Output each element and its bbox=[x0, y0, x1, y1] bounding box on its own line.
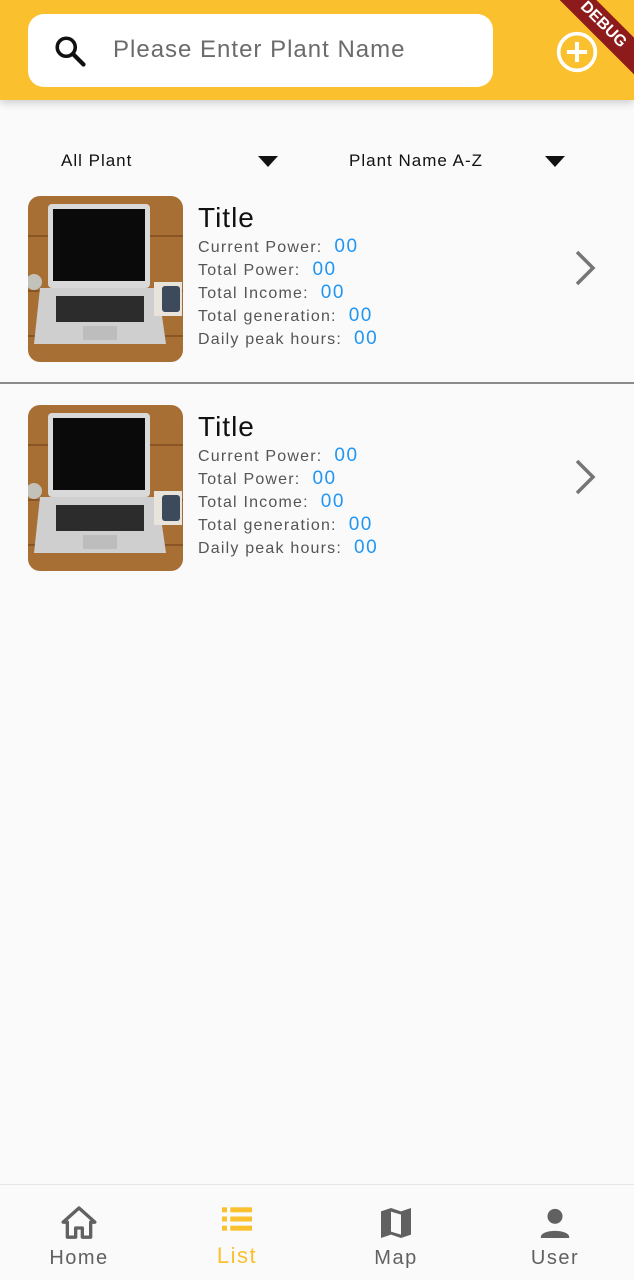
total-income-label: Total Income: bbox=[198, 494, 309, 511]
plant-title: Title bbox=[198, 202, 255, 233]
total-generation-value: 00 bbox=[348, 514, 373, 535]
plant-thumbnail bbox=[28, 196, 183, 362]
daily-peak-hours-label: Daily peak hours: bbox=[198, 331, 343, 348]
total-income-label: Total Income: bbox=[198, 285, 309, 302]
search-box[interactable] bbox=[28, 14, 493, 87]
plant-title: Title bbox=[198, 411, 255, 442]
map-icon bbox=[381, 1208, 411, 1238]
plant-filter-label: All Plant bbox=[61, 151, 133, 170]
total-power-row: Total Power: 00 bbox=[198, 259, 337, 281]
current-power-row: Current Power: 00 bbox=[198, 445, 359, 467]
plant-card[interactable]: Title Current Power: 00 Total Power: 00 … bbox=[0, 405, 634, 595]
sort-order-label: Plant Name A-Z bbox=[349, 151, 483, 170]
total-generation-label: Total generation: bbox=[198, 308, 337, 325]
total-power-value: 00 bbox=[312, 468, 337, 489]
plant-card[interactable]: Title Current Power: 00 Total Power: 00 … bbox=[0, 196, 634, 386]
current-power-label: Current Power: bbox=[198, 448, 323, 465]
add-circle-icon[interactable] bbox=[555, 30, 599, 74]
user-icon bbox=[540, 1208, 570, 1238]
plant-filter-dropdown[interactable]: All Plant bbox=[61, 148, 281, 174]
total-power-label: Total Power: bbox=[198, 262, 301, 279]
daily-peak-hours-value: 00 bbox=[354, 328, 379, 349]
dropdown-arrow-icon bbox=[258, 156, 278, 167]
search-icon[interactable] bbox=[52, 33, 88, 69]
plant-thumbnail bbox=[28, 405, 183, 571]
total-power-row: Total Power: 00 bbox=[198, 468, 337, 490]
chevron-right-icon[interactable] bbox=[570, 246, 600, 290]
dropdown-arrow-icon bbox=[545, 156, 565, 167]
current-power-value: 00 bbox=[334, 445, 359, 466]
total-income-row: Total Income: 00 bbox=[198, 491, 345, 513]
total-power-label: Total Power: bbox=[198, 471, 301, 488]
total-income-value: 00 bbox=[320, 491, 345, 512]
current-power-row: Current Power: 00 bbox=[198, 236, 359, 258]
total-generation-row: Total generation: 00 bbox=[198, 305, 373, 327]
nav-label-home: Home bbox=[49, 1247, 109, 1269]
nav-label-map: Map bbox=[374, 1247, 418, 1269]
total-income-value: 00 bbox=[320, 282, 345, 303]
search-input[interactable] bbox=[113, 28, 473, 72]
total-power-value: 00 bbox=[312, 259, 337, 280]
list-icon bbox=[222, 1207, 252, 1231]
nav-list[interactable]: List bbox=[158, 1185, 316, 1280]
current-power-value: 00 bbox=[334, 236, 359, 257]
app-root: DEBUG All Plant Plant Name A-Z Tit bbox=[0, 0, 634, 1280]
total-income-row: Total Income: 00 bbox=[198, 282, 345, 304]
total-generation-label: Total generation: bbox=[198, 517, 337, 534]
chevron-right-icon[interactable] bbox=[570, 455, 600, 499]
total-generation-row: Total generation: 00 bbox=[198, 514, 373, 536]
nav-label-list: List bbox=[216, 1243, 258, 1268]
daily-peak-hours-value: 00 bbox=[354, 537, 379, 558]
current-power-label: Current Power: bbox=[198, 239, 323, 256]
sort-order-dropdown[interactable]: Plant Name A-Z bbox=[349, 148, 569, 174]
nav-user[interactable]: User bbox=[476, 1185, 634, 1280]
daily-peak-hours-label: Daily peak hours: bbox=[198, 540, 343, 557]
daily-peak-hours-row: Daily peak hours: 00 bbox=[198, 537, 378, 559]
nav-label-user: User bbox=[530, 1247, 580, 1269]
nav-map[interactable]: Map bbox=[317, 1185, 475, 1280]
daily-peak-hours-row: Daily peak hours: 00 bbox=[198, 328, 378, 350]
app-header: DEBUG bbox=[0, 0, 634, 100]
home-icon bbox=[61, 1206, 97, 1239]
total-generation-value: 00 bbox=[348, 305, 373, 326]
bottom-navigation: Home List Map User bbox=[0, 1184, 634, 1280]
list-divider bbox=[0, 382, 634, 384]
nav-home[interactable]: Home bbox=[0, 1185, 158, 1280]
